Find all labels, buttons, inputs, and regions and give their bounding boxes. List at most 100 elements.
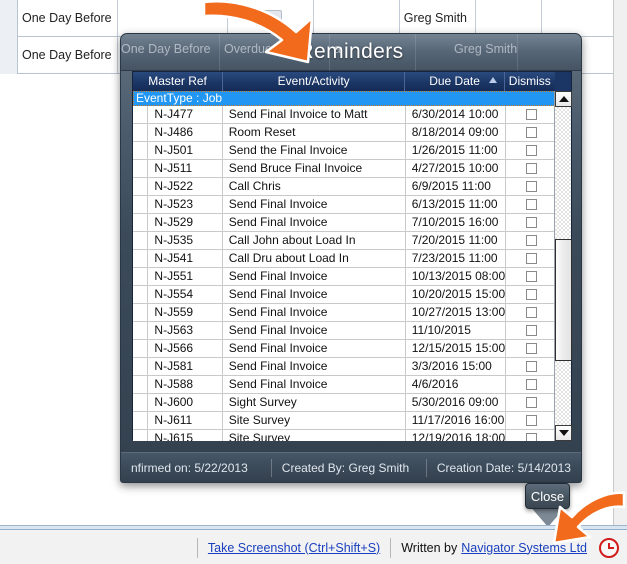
scroll-up-button[interactable] xyxy=(555,91,572,107)
grid-header-row: Master Ref Event/Activity Due Date Dismi… xyxy=(133,72,571,91)
dismiss-checkbox[interactable] xyxy=(526,289,537,300)
table-row[interactable]: N-J501Send the Final Invoice1/26/2015 11… xyxy=(133,142,556,160)
navigator-systems-link[interactable]: Navigator Systems Ltd xyxy=(461,541,587,555)
alarm-clock-icon[interactable] xyxy=(599,538,619,558)
close-button[interactable]: Close xyxy=(525,483,570,509)
dismiss-checkbox[interactable] xyxy=(526,271,537,282)
cell-event-activity: Send Final Invoice xyxy=(223,304,406,321)
dismiss-checkbox[interactable] xyxy=(526,145,537,156)
dismiss-checkbox[interactable] xyxy=(526,343,537,354)
cell-due-date: 5/30/2016 09:00 xyxy=(406,394,506,411)
table-row[interactable]: N-J566Send Final Invoice12/15/2015 15:00 xyxy=(133,340,556,358)
dismiss-checkbox[interactable] xyxy=(526,379,537,390)
titlebar-divider xyxy=(219,34,220,71)
footer-divider xyxy=(390,538,391,558)
dismiss-checkbox[interactable] xyxy=(526,325,537,336)
cell-dismiss[interactable] xyxy=(506,268,556,285)
cell-dismiss[interactable] xyxy=(506,412,556,429)
dismiss-checkbox[interactable] xyxy=(526,415,537,426)
dismiss-checkbox[interactable] xyxy=(526,217,537,228)
dismiss-checkbox[interactable] xyxy=(526,163,537,174)
background-scrollbar[interactable] xyxy=(613,0,627,525)
column-header-event-activity[interactable]: Event/Activity xyxy=(223,72,405,91)
cell-timing: One Day Before xyxy=(18,0,118,36)
take-screenshot-link[interactable]: Take Screenshot (Ctrl+Shift+S) xyxy=(208,541,380,555)
cell-event-activity: Site Survey xyxy=(223,412,406,429)
table-row[interactable]: N-J529Send Final Invoice7/10/2015 16:00 xyxy=(133,214,556,232)
table-row[interactable]: N-J611Site Survey11/17/2016 16:00 xyxy=(133,412,556,430)
dismiss-checkbox[interactable] xyxy=(526,397,537,408)
table-row[interactable]: N-J600Sight Survey5/30/2016 09:00 xyxy=(133,394,556,412)
dismiss-checkbox[interactable] xyxy=(526,181,537,192)
scrollbar-thumb[interactable] xyxy=(555,239,572,361)
dismiss-checkbox[interactable] xyxy=(526,433,537,441)
row-indent xyxy=(133,232,148,249)
table-row[interactable]: N-J588Send Final Invoice4/6/2016 xyxy=(133,376,556,394)
table-row[interactable]: N-J554Send Final Invoice10/20/2015 15:00 xyxy=(133,286,556,304)
dialog-title: Reminders xyxy=(298,40,403,64)
table-row[interactable]: N-J581Send Final Invoice3/3/2016 15:00 xyxy=(133,358,556,376)
cell-dismiss[interactable] xyxy=(506,142,556,159)
column-header-due-date[interactable]: Due Date xyxy=(405,72,505,91)
cell-owner: Greg Smith xyxy=(400,0,476,36)
dismiss-checkbox[interactable] xyxy=(526,109,537,120)
cell-dismiss[interactable] xyxy=(506,250,556,267)
cell-dismiss[interactable] xyxy=(506,124,556,141)
cell-due-date: 10/13/2015 08:00 xyxy=(406,268,506,285)
cell-event-activity: Send Final Invoice to Matt xyxy=(223,106,406,123)
cell-dismiss[interactable] xyxy=(506,430,556,441)
cell-dismiss[interactable] xyxy=(506,340,556,357)
cell-due-date: 7/10/2015 16:00 xyxy=(406,214,506,231)
cell-dismiss[interactable] xyxy=(506,358,556,375)
cell-dismiss[interactable] xyxy=(506,232,556,249)
cell-dismiss[interactable] xyxy=(506,304,556,321)
dismiss-checkbox[interactable] xyxy=(526,199,537,210)
cell-dismiss[interactable] xyxy=(506,214,556,231)
cell-dismiss[interactable] xyxy=(506,196,556,213)
group-row-eventtype[interactable]: EventType : Job xyxy=(133,91,556,106)
dismiss-checkbox[interactable] xyxy=(526,361,537,372)
dialog-status-bar: nfirmed on: 5/22/2013 Created By: Greg S… xyxy=(121,452,581,482)
row-indent xyxy=(133,142,148,159)
dismiss-checkbox[interactable] xyxy=(526,307,537,318)
cell-dismiss[interactable] xyxy=(506,106,556,123)
cell-event-activity: Call John about Load In xyxy=(223,232,406,249)
table-row[interactable]: N-J486Room Reset8/18/2014 09:00 xyxy=(133,124,556,142)
cell-dismiss[interactable] xyxy=(506,376,556,393)
scroll-down-button[interactable] xyxy=(555,425,572,441)
table-row[interactable]: N-J522Call Chris6/9/2015 11:00 xyxy=(133,178,556,196)
table-row[interactable]: N-J477Send Final Invoice to Matt6/30/201… xyxy=(133,106,556,124)
row-indent xyxy=(133,430,148,441)
background-row[interactable]: One Day Before a Greg Smith xyxy=(0,0,627,37)
cell-master-ref: N-J600 xyxy=(148,394,222,411)
cell-event-activity: Send Final Invoice xyxy=(223,196,406,213)
cell-dismiss[interactable] xyxy=(506,322,556,339)
titlebar-bleed-status: Overdue xyxy=(224,42,272,56)
cell-dismiss[interactable] xyxy=(506,178,556,195)
table-row[interactable]: N-J551Send Final Invoice10/13/2015 08:00 xyxy=(133,268,556,286)
table-row[interactable]: N-J615Site Survey12/19/2016 18:00 xyxy=(133,430,556,441)
titlebar-divider xyxy=(517,34,518,71)
column-header-master-ref[interactable]: Master Ref xyxy=(133,72,223,91)
row-indent xyxy=(133,178,148,195)
cell-due-date: 10/20/2015 15:00 xyxy=(406,286,506,303)
table-row[interactable]: N-J523Send Final Invoice6/13/2015 11:00 xyxy=(133,196,556,214)
cell-dismiss[interactable] xyxy=(506,394,556,411)
table-row[interactable]: N-J563Send Final Invoice11/10/2015 xyxy=(133,322,556,340)
dismiss-checkbox[interactable] xyxy=(526,127,537,138)
dismiss-checkbox[interactable] xyxy=(526,253,537,264)
row-indent xyxy=(133,196,148,213)
cell-dismiss[interactable] xyxy=(506,160,556,177)
dialog-titlebar[interactable]: One Day Before Overdue a Greg Smith Remi… xyxy=(121,34,581,71)
sort-ascending-icon xyxy=(489,77,497,83)
dismiss-checkbox[interactable] xyxy=(526,235,537,246)
table-row[interactable]: N-J511Send Bruce Final Invoice4/27/2015 … xyxy=(133,160,556,178)
table-row[interactable]: N-J559Send Final Invoice10/27/2015 13:00 xyxy=(133,304,556,322)
column-header-dismiss[interactable]: Dismiss xyxy=(505,72,555,91)
cell-event-activity: Send Final Invoice xyxy=(223,376,406,393)
table-row[interactable]: N-J535Call John about Load In7/20/2015 1… xyxy=(133,232,556,250)
table-row[interactable]: N-J541Call Dru about Load In7/23/2015 11… xyxy=(133,250,556,268)
cell-dismiss[interactable] xyxy=(506,286,556,303)
cell-master-ref: N-J511 xyxy=(148,160,222,177)
grid-vertical-scrollbar[interactable] xyxy=(554,91,571,441)
